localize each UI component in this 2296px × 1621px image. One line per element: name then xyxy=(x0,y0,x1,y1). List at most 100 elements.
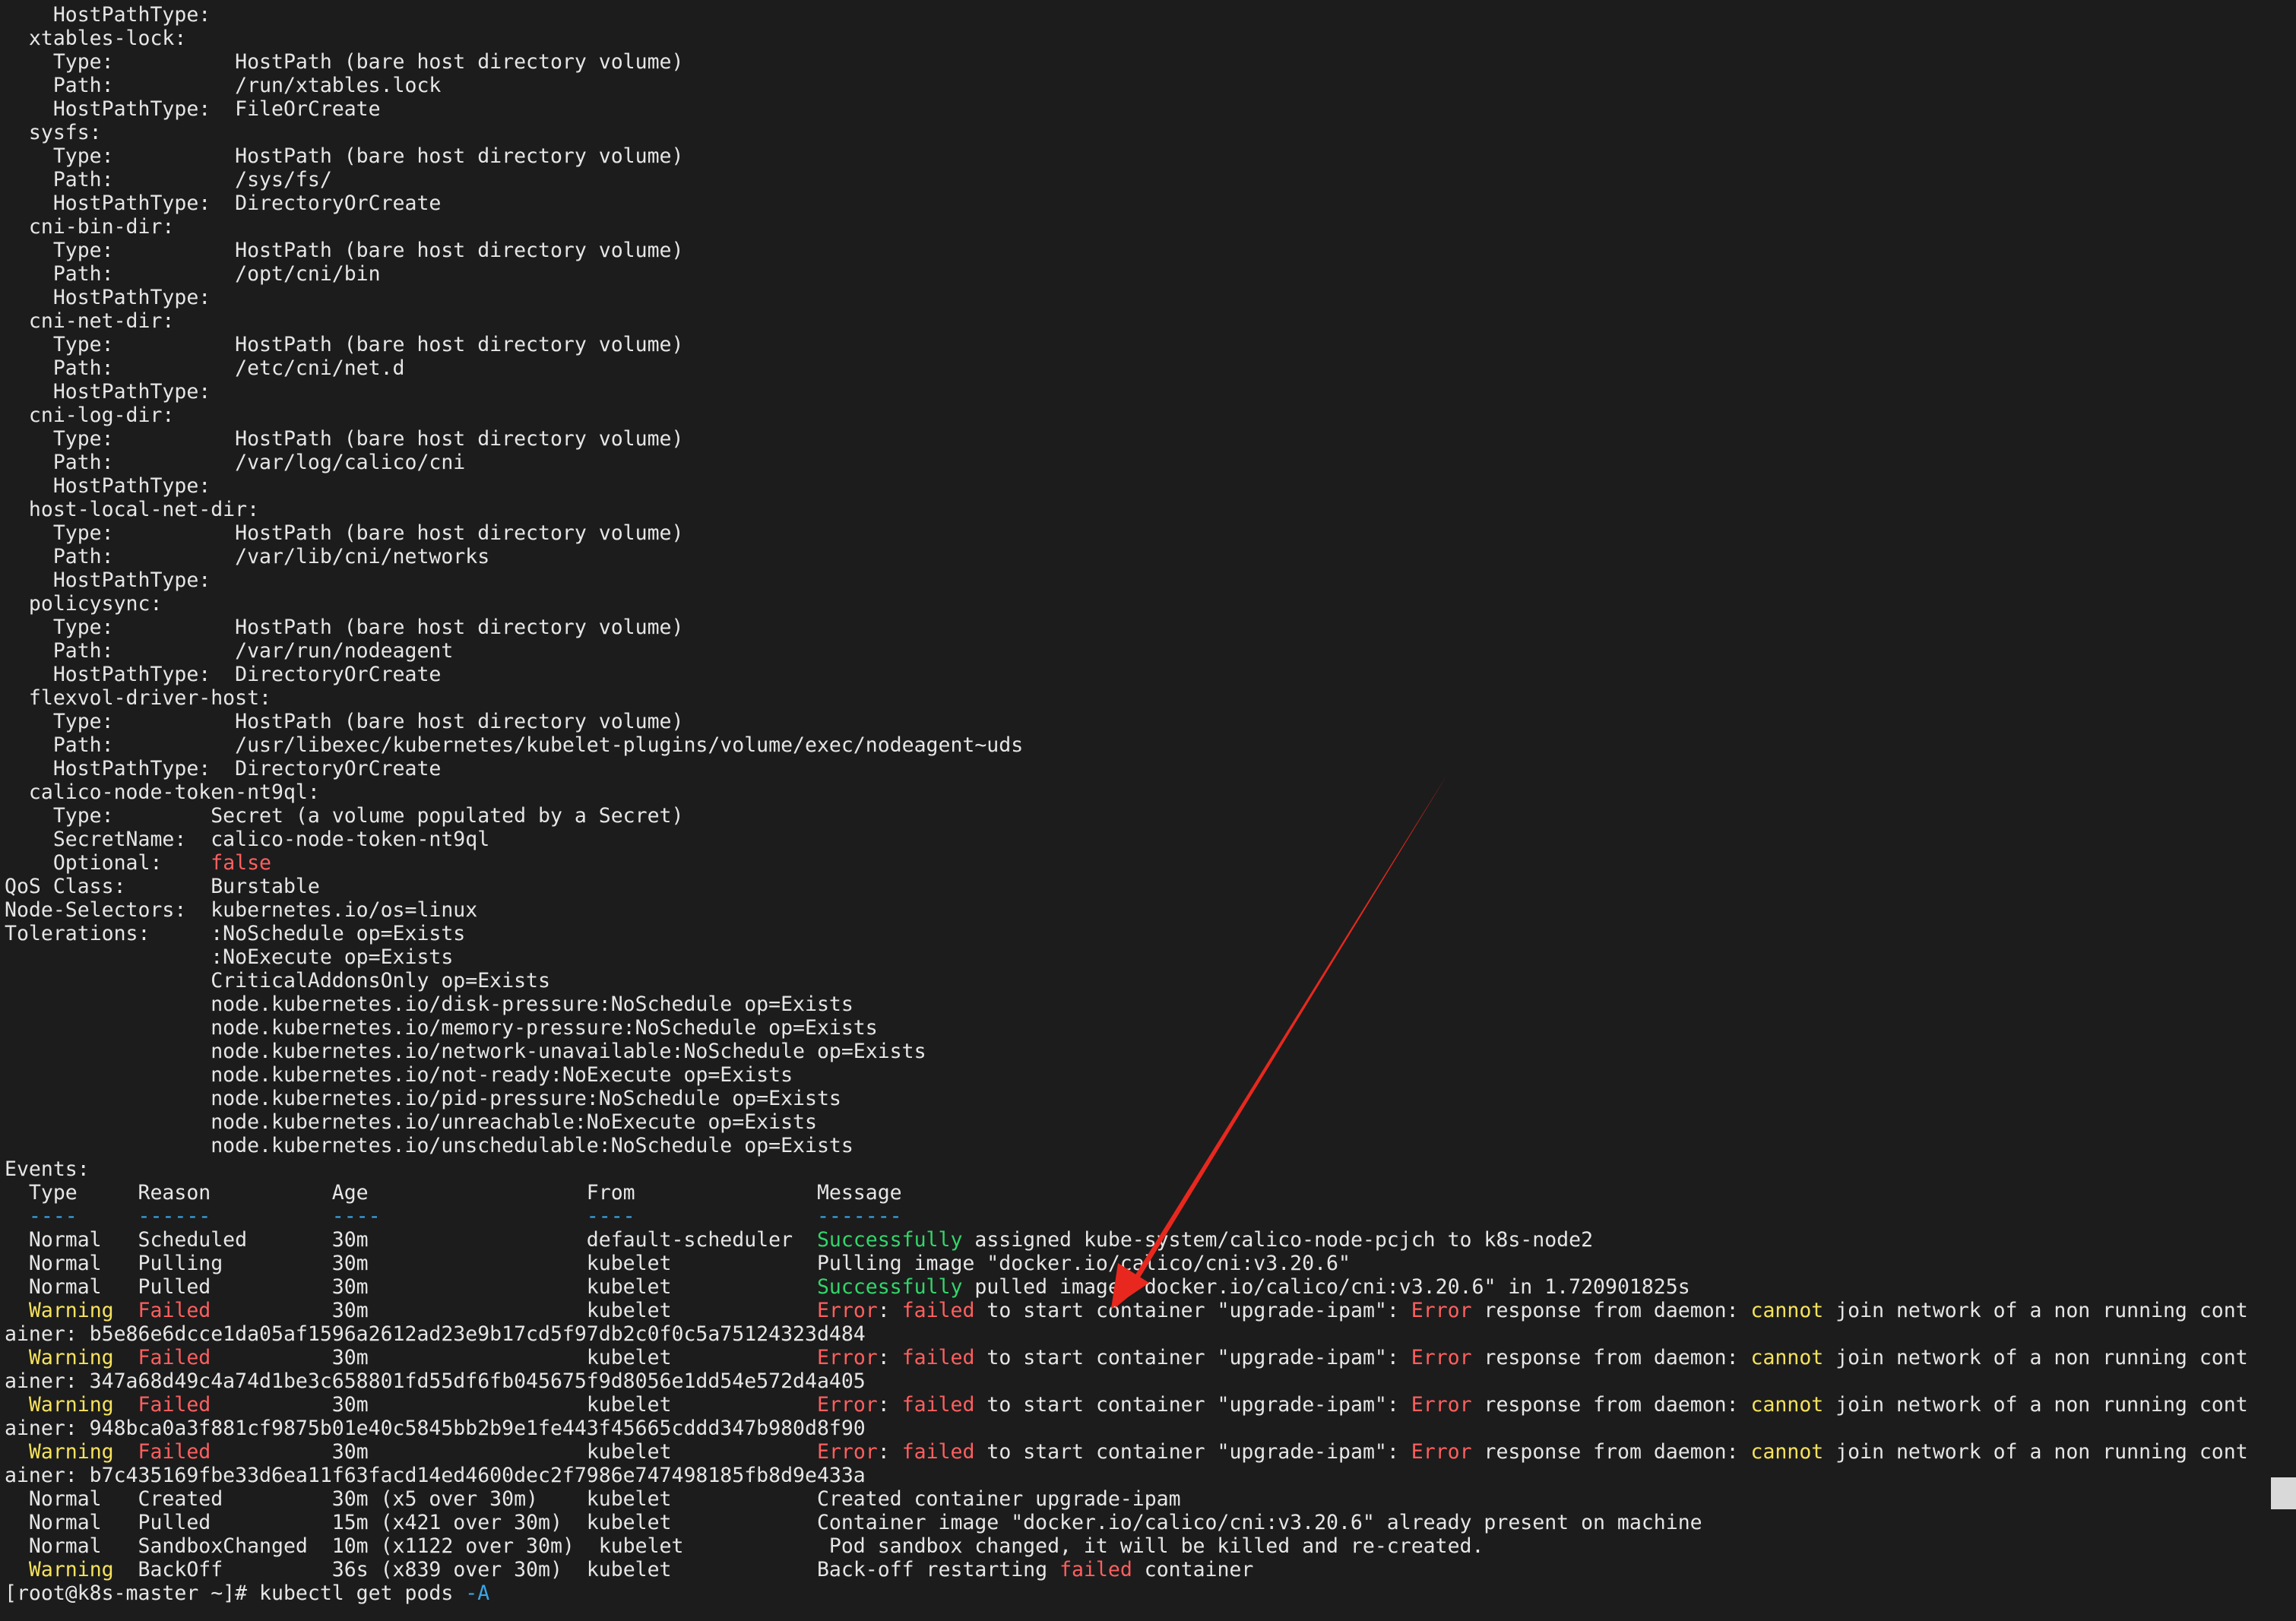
terminal-text-segment: Path: /opt/cni/bin xyxy=(5,262,381,286)
terminal-text-segment: Events: xyxy=(5,1157,90,1181)
terminal-text-segment: join network of a non running cont xyxy=(1823,1299,2248,1322)
terminal-text-segment: response from daemon: xyxy=(1471,1393,1751,1417)
terminal-text-segment: Warning xyxy=(28,1558,114,1581)
terminal-text-segment: to start container "upgrade-ipam": xyxy=(974,1440,1411,1464)
terminal-text-segment: SecretName: calico-node-token-nt9ql xyxy=(5,828,490,851)
terminal-line: HostPathType: DirectoryOrCreate xyxy=(5,757,2271,780)
terminal-line: Path: /var/lib/cni/networks xyxy=(5,545,2271,568)
terminal-text-segment: Warning xyxy=(28,1299,114,1322)
terminal-line: Optional: false xyxy=(5,851,2271,875)
terminal-text-segment: cannot xyxy=(1750,1299,1824,1322)
terminal-line: Warning Failed 30m kubelet Error: failed… xyxy=(5,1299,2271,1322)
terminal-text-segment: 30m kubelet xyxy=(211,1299,817,1322)
terminal-output[interactable]: HostPathType: xtables-lock: Type: HostPa… xyxy=(0,0,2271,1621)
terminal-line: node.kubernetes.io/memory-pressure:NoSch… xyxy=(5,1016,2271,1040)
terminal-text-segment: node.kubernetes.io/not-ready:NoExecute o… xyxy=(5,1063,793,1087)
terminal-text-segment: cni-net-dir: xyxy=(5,309,175,333)
terminal-text-segment: Path: /var/lib/cni/networks xyxy=(5,545,490,568)
terminal-text-segment: Error xyxy=(1411,1346,1472,1369)
terminal-line: Warning Failed 30m kubelet Error: failed… xyxy=(5,1440,2271,1464)
terminal-text-segment: HostPathType: xyxy=(5,286,211,309)
terminal-text-segment: : xyxy=(877,1393,902,1417)
terminal-text-segment: failed xyxy=(1059,1558,1132,1581)
terminal-line: cni-bin-dir: xyxy=(5,215,2271,239)
terminal-text-segment: cni-bin-dir: xyxy=(5,215,175,239)
terminal-text-segment: host-local-net-dir: xyxy=(5,498,260,521)
terminal-text-segment: Normal Scheduled 30m default-scheduler xyxy=(5,1228,817,1252)
terminal-text-segment: CriticalAddonsOnly op=Exists xyxy=(5,969,550,993)
terminal-text-segment: Failed xyxy=(138,1346,211,1369)
terminal-line: CriticalAddonsOnly op=Exists xyxy=(5,969,2271,993)
terminal-line: HostPathType: xyxy=(5,380,2271,404)
terminal-line: HostPathType: xyxy=(5,474,2271,498)
terminal-line: Normal Created 30m (x5 over 30m) kubelet… xyxy=(5,1487,2271,1511)
terminal-text-segment: failed xyxy=(901,1440,975,1464)
terminal-line: [root@k8s-master ~]# kubectl get pods -A xyxy=(5,1581,2271,1605)
terminal-line: Path: /run/xtables.lock xyxy=(5,74,2271,97)
terminal-text-segment: HostPathType: DirectoryOrCreate xyxy=(5,757,442,780)
terminal-line: Normal Pulling 30m kubelet Pulling image… xyxy=(5,1252,2271,1275)
terminal-text-segment: HostPathType: xyxy=(5,380,211,404)
terminal-text-segment: Optional: xyxy=(5,851,211,875)
terminal-text-segment: Type: Secret (a volume populated by a Se… xyxy=(5,804,684,828)
terminal-text-segment: ainer: 948bca0a3f881cf9875b01e40c5845bb2… xyxy=(5,1417,866,1440)
vertical-scrollbar[interactable] xyxy=(2271,0,2296,1621)
terminal-text-segment: Type: HostPath (bare host directory volu… xyxy=(5,710,684,733)
terminal-text-segment: Path: /run/xtables.lock xyxy=(5,74,442,97)
terminal-text-segment: cannot xyxy=(1750,1346,1824,1369)
terminal-line: HostPathType: DirectoryOrCreate xyxy=(5,192,2271,215)
scrollbar-thumb[interactable] xyxy=(2271,1477,2296,1509)
terminal-line: Type: HostPath (bare host directory volu… xyxy=(5,616,2271,639)
terminal-line: node.kubernetes.io/not-ready:NoExecute o… xyxy=(5,1063,2271,1087)
terminal-text-segment: : xyxy=(877,1440,902,1464)
terminal-line: node.kubernetes.io/unreachable:NoExecute… xyxy=(5,1110,2271,1134)
terminal-text-segment: join network of a non running cont xyxy=(1823,1393,2248,1417)
terminal-text-segment: assigned kube-system/calico-node-pcjch t… xyxy=(962,1228,1594,1252)
terminal-text-segment: response from daemon: xyxy=(1471,1346,1751,1369)
terminal-line: HostPathType: DirectoryOrCreate xyxy=(5,663,2271,686)
terminal-line: ainer: b7c435169fbe33d6ea11f63facd14ed46… xyxy=(5,1464,2271,1487)
terminal-text-segment: false xyxy=(211,851,272,875)
terminal-line: Path: /sys/fs/ xyxy=(5,168,2271,192)
terminal-text-segment: HostPathType: DirectoryOrCreate xyxy=(5,192,442,215)
terminal-line: Path: /var/run/nodeagent xyxy=(5,639,2271,663)
terminal-text-segment: calico-node-token-nt9ql: xyxy=(5,780,320,804)
terminal-text-segment: join network of a non running cont xyxy=(1823,1346,2248,1369)
terminal-text-segment: Type: HostPath (bare host directory volu… xyxy=(5,239,684,262)
terminal-text-segment: Type: HostPath (bare host directory volu… xyxy=(5,427,684,451)
terminal-text-segment: container xyxy=(1132,1558,1254,1581)
terminal-text-segment: HostPathType: FileOrCreate xyxy=(5,97,381,121)
terminal-text-segment: -A xyxy=(465,1581,490,1605)
terminal-text-segment: policysync: xyxy=(5,592,163,616)
terminal-line: Type: HostPath (bare host directory volu… xyxy=(5,710,2271,733)
terminal-text-segment: node.kubernetes.io/network-unavailable:N… xyxy=(5,1040,926,1063)
terminal-text-segment: Failed xyxy=(138,1299,211,1322)
terminal-line: Events: xyxy=(5,1157,2271,1181)
terminal-text-segment: Type: HostPath (bare host directory volu… xyxy=(5,616,684,639)
terminal-line: node.kubernetes.io/pid-pressure:NoSchedu… xyxy=(5,1087,2271,1110)
terminal-text-segment: node.kubernetes.io/unreachable:NoExecute… xyxy=(5,1110,817,1134)
terminal-text-segment: HostPathType: xyxy=(5,3,211,27)
terminal-line: Type: HostPath (bare host directory volu… xyxy=(5,333,2271,356)
terminal-text-segment: Normal Created 30m (x5 over 30m) kubelet… xyxy=(5,1487,1181,1511)
terminal-line: Type: HostPath (bare host directory volu… xyxy=(5,50,2271,74)
terminal-line: calico-node-token-nt9ql: xyxy=(5,780,2271,804)
terminal-text-segment: Error xyxy=(1411,1440,1472,1464)
terminal-text-segment: Error xyxy=(816,1346,878,1369)
terminal-line: Warning Failed 30m kubelet Error: failed… xyxy=(5,1393,2271,1417)
terminal-line: Type: HostPath (bare host directory volu… xyxy=(5,427,2271,451)
terminal-line: node.kubernetes.io/network-unavailable:N… xyxy=(5,1040,2271,1063)
terminal-text-segment: Normal Pulling 30m kubelet Pulling image… xyxy=(5,1252,1351,1275)
terminal-line: policysync: xyxy=(5,592,2271,616)
terminal-text-segment: to start container "upgrade-ipam": xyxy=(974,1393,1411,1417)
terminal-text-segment: BackOff 36s (x839 over 30m) kubelet Back… xyxy=(113,1558,1060,1581)
terminal-line: Normal SandboxChanged 10m (x1122 over 30… xyxy=(5,1534,2271,1558)
terminal-line: node.kubernetes.io/disk-pressure:NoSched… xyxy=(5,993,2271,1016)
terminal-line: Warning Failed 30m kubelet Error: failed… xyxy=(5,1346,2271,1369)
terminal-line: HostPathType: xyxy=(5,568,2271,592)
